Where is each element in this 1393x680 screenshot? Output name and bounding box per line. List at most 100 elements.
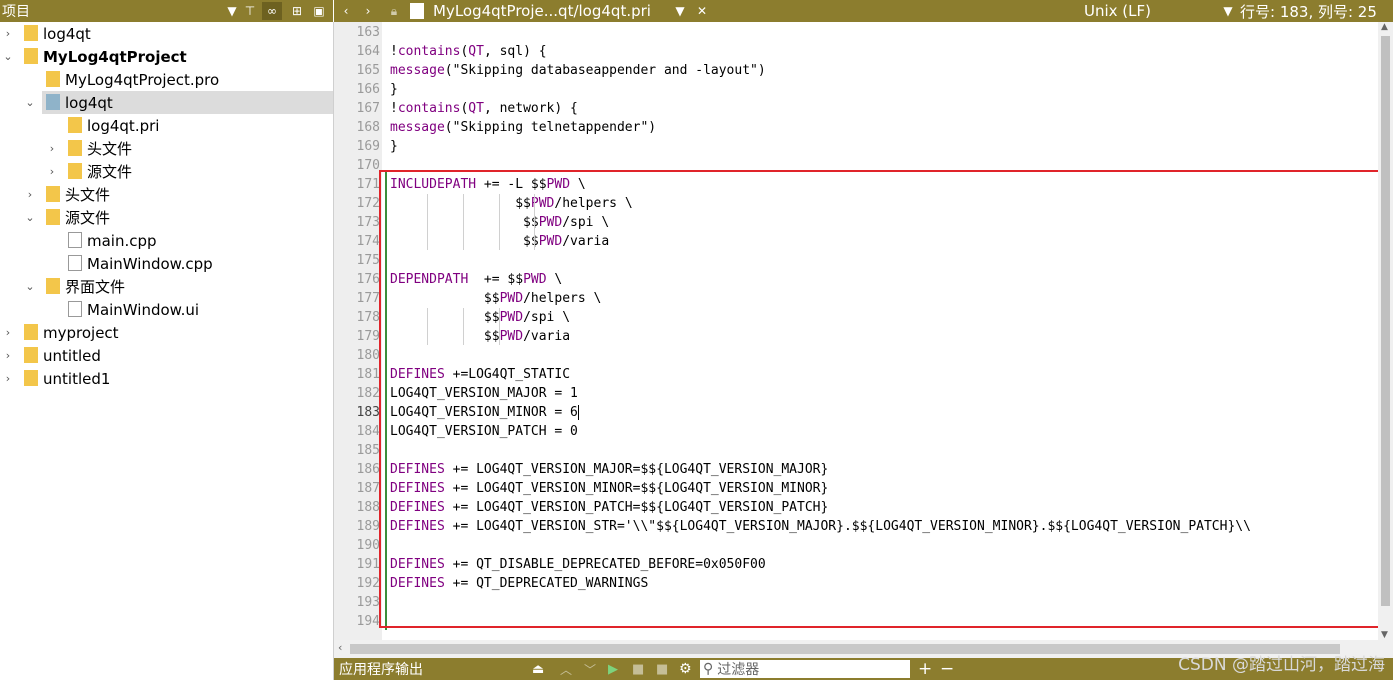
- tree-item-label: log4qt: [43, 24, 91, 43]
- scroll-down-icon[interactable]: ▼: [1381, 630, 1388, 640]
- pro-file-icon: [46, 71, 60, 87]
- tree-item[interactable]: MainWindow.ui: [0, 298, 333, 321]
- keyword-token: message: [390, 120, 445, 135]
- tree-item[interactable]: main.cpp: [0, 229, 333, 252]
- line-number: 187: [356, 481, 380, 496]
- code-token: , sql) {: [483, 44, 547, 59]
- keyword-token: contains: [397, 101, 461, 116]
- cfolder-file-icon: [68, 163, 82, 179]
- line-ending-selector[interactable]: Unix (LF): [1084, 2, 1151, 20]
- tree-item-label: log4qt: [65, 93, 113, 112]
- line-number: 167: [356, 101, 380, 116]
- tree-item[interactable]: › 源文件: [0, 160, 333, 183]
- tree-item[interactable]: MainWindow.cpp: [0, 252, 333, 275]
- expand-arrow-icon[interactable]: ›: [2, 27, 14, 40]
- collapse-arrow-icon[interactable]: ⌄: [24, 211, 36, 224]
- tree-item[interactable]: MyLog4qtProject.pro: [0, 68, 333, 91]
- line-number: 173: [356, 215, 380, 230]
- forward-icon[interactable]: ›: [358, 2, 378, 20]
- tree-item[interactable]: › log4qt: [0, 22, 333, 45]
- code-line[interactable]: 168 message("Skipping telnetappender"): [334, 118, 1374, 137]
- tree-item[interactable]: › untitled1: [0, 367, 333, 390]
- dropdown-icon[interactable]: ▼: [222, 2, 242, 20]
- expand-arrow-icon[interactable]: ›: [2, 349, 14, 362]
- scroll-up-icon[interactable]: ▲: [1381, 22, 1388, 32]
- line-number: 174: [356, 234, 380, 249]
- line-number: 168: [356, 120, 380, 135]
- tree-item[interactable]: log4qt.pri: [0, 114, 333, 137]
- collapse-arrow-icon[interactable]: ⌄: [24, 96, 36, 109]
- tree-item[interactable]: ⌄ 源文件: [0, 206, 333, 229]
- line-number: 164: [356, 44, 380, 59]
- tree-item[interactable]: › 头文件: [0, 183, 333, 206]
- hfolder-file-icon: [68, 140, 82, 156]
- line-number: 166: [356, 82, 380, 97]
- code-token: }: [390, 82, 398, 97]
- add-icon[interactable]: +: [918, 659, 932, 679]
- vertical-scrollbar[interactable]: ▲ ▼: [1378, 22, 1393, 640]
- indent-guide: [427, 308, 428, 345]
- hfolder-file-icon: [46, 186, 60, 202]
- tree-item[interactable]: › untitled: [0, 344, 333, 367]
- line-number: 194: [356, 614, 380, 629]
- line-number: 185: [356, 443, 380, 458]
- code-line[interactable]: 164 !contains(QT, sql) {: [334, 42, 1374, 61]
- remove-icon[interactable]: −: [940, 659, 954, 679]
- tree-item[interactable]: ⌄ MyLog4qtProject: [0, 45, 333, 68]
- indent-guide: [499, 308, 500, 345]
- file-dropdown-icon[interactable]: ▼: [670, 2, 690, 20]
- scroll-left-icon[interactable]: ‹: [338, 641, 342, 654]
- filter-icon[interactable]: ⊤: [240, 2, 260, 20]
- expand-arrow-icon[interactable]: ›: [2, 326, 14, 339]
- collapse-arrow-icon[interactable]: ⌄: [24, 280, 36, 293]
- expand-arrow-icon[interactable]: ›: [24, 188, 36, 201]
- file-tab-label[interactable]: MyLog4qtProje...qt/log4qt.pri: [433, 2, 651, 20]
- settings-icon[interactable]: ⚙: [679, 661, 692, 677]
- proj-file-icon: [24, 48, 38, 64]
- up-icon[interactable]: ︿: [560, 661, 572, 678]
- output-panel-title[interactable]: 应用程序输出: [339, 659, 423, 679]
- tree-item[interactable]: ⌄ log4qt: [25, 91, 333, 114]
- line-number: 188: [356, 500, 380, 515]
- code-line[interactable]: 165 message("Skipping databaseappender an…: [334, 61, 1374, 80]
- back-icon[interactable]: ‹: [336, 2, 356, 20]
- code-editor[interactable]: 163 164 !contains(QT, sql) { 165 message("Sk…: [334, 22, 1393, 640]
- code-token: ("Skipping databaseappender and -layout"…: [444, 63, 766, 78]
- line-number: 191: [356, 557, 380, 572]
- split-icon[interactable]: ⊞: [287, 2, 307, 20]
- code-line[interactable]: 167 !contains(QT, network) {: [334, 99, 1374, 118]
- line-number: 186: [356, 462, 380, 477]
- expand-arrow-icon[interactable]: ›: [2, 372, 14, 385]
- code-token: , network) {: [483, 101, 578, 116]
- collapse-arrow-icon[interactable]: ⌄: [2, 50, 14, 63]
- projects-title: 项目: [2, 4, 30, 20]
- indent-guide: [463, 308, 464, 345]
- vertical-scroll-thumb[interactable]: [1381, 36, 1390, 606]
- run-icon[interactable]: ▶: [608, 662, 618, 677]
- close-pane-icon[interactable]: ▣: [309, 2, 329, 20]
- line-number: 182: [356, 386, 380, 401]
- expand-arrow-icon[interactable]: ›: [46, 165, 58, 178]
- filter-input[interactable]: ⚲ 过滤器: [700, 660, 910, 678]
- line-number: 175: [356, 253, 380, 268]
- code-line[interactable]: 169}: [334, 137, 1374, 156]
- tree-item-label: 源文件: [87, 163, 133, 181]
- link-icon[interactable]: ∞: [262, 2, 282, 20]
- down-icon[interactable]: ﹀: [584, 661, 596, 678]
- stop-icon[interactable]: ■: [632, 662, 644, 677]
- tree-item[interactable]: › myproject: [0, 321, 333, 344]
- code-line[interactable]: 166}: [334, 80, 1374, 99]
- attach-icon[interactable]: ⏏: [532, 662, 544, 677]
- tree-item-label: MyLog4qtProject.pro: [65, 70, 220, 89]
- cursor-position[interactable]: 行号: 183, 列号: 25: [1240, 1, 1377, 22]
- tree-item[interactable]: ⌄ 界面文件: [0, 275, 333, 298]
- stop-all-icon[interactable]: ■: [656, 662, 668, 677]
- line-number: 176: [356, 272, 380, 287]
- expand-arrow-icon[interactable]: ›: [46, 142, 58, 155]
- tree-item-label: log4qt.pri: [87, 116, 160, 135]
- line-ending-dropdown-icon[interactable]: ▼: [1218, 2, 1238, 20]
- code-text: !contains(QT, sql) {: [390, 44, 547, 59]
- close-file-icon[interactable]: ✕: [692, 2, 712, 20]
- code-line[interactable]: 163: [334, 23, 1374, 42]
- tree-item[interactable]: › 头文件: [0, 137, 333, 160]
